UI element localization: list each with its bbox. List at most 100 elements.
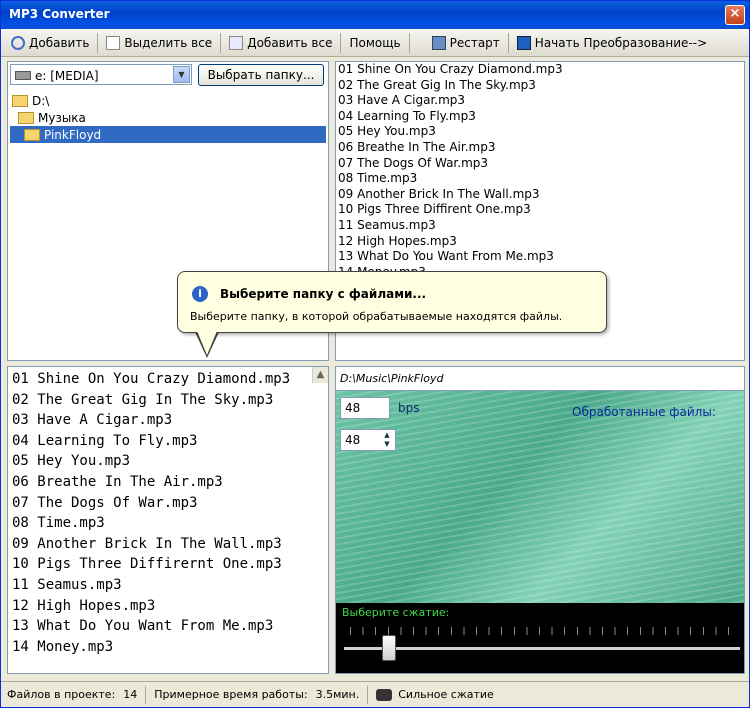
tree-item[interactable]: D:\ xyxy=(10,92,326,109)
file-item[interactable]: 08 Time.mp3 xyxy=(336,171,744,187)
list-item[interactable]: 04 Learning To Fly.mp3 xyxy=(12,433,312,454)
tooltip-title-text: Выберите папку с файлами... xyxy=(220,287,427,301)
file-item[interactable]: 05 Hey You.mp3 xyxy=(336,124,744,140)
file-item[interactable]: 13 What Do You Want From Me.mp3 xyxy=(336,249,744,265)
files-count-label: Файлов в проекте: xyxy=(7,688,116,701)
add-button[interactable]: Добавить xyxy=(5,31,95,55)
select-all-button[interactable]: Выделить все xyxy=(100,31,218,55)
toolbar-separator xyxy=(220,32,222,53)
select-all-icon xyxy=(106,35,121,50)
list-item[interactable]: 08 Time.mp3 xyxy=(12,515,312,536)
output-path: D:\Music\PinkFloyd xyxy=(336,367,744,391)
project-list-items: 01 Shine On You Crazy Diamond.mp3 02 The… xyxy=(12,371,312,659)
restart-icon xyxy=(431,35,446,50)
file-item[interactable]: 01 Shine On You Crazy Diamond.mp3 xyxy=(336,62,744,78)
drive-icon xyxy=(15,71,31,80)
add-all-icon xyxy=(229,35,244,50)
file-item[interactable]: 07 The Dogs Of War.mp3 xyxy=(336,156,744,172)
toolbar-separator xyxy=(97,32,99,53)
start-conversion-button[interactable]: Начать Преобразование--> xyxy=(511,31,713,55)
folder-open-icon xyxy=(18,111,34,124)
spinner-value: 48 xyxy=(345,433,361,447)
start-icon xyxy=(516,35,531,50)
restart-label: Рестарт xyxy=(449,35,500,50)
drive-select[interactable]: e: [MEDIA] ▼ xyxy=(10,64,192,85)
scroll-up-icon[interactable]: ▲ xyxy=(312,367,328,383)
tree-item-selected[interactable]: PinkFloyd xyxy=(10,126,326,143)
add-button-label: Добавить xyxy=(29,35,90,50)
compression-panel: Выберите сжатие: xyxy=(336,603,744,673)
status-separator xyxy=(145,685,147,704)
files-count-value: 14 xyxy=(123,688,138,701)
list-item[interactable]: 01 Shine On You Crazy Diamond.mp3 xyxy=(12,371,312,392)
toolbar-separator xyxy=(408,32,410,53)
add-icon xyxy=(11,35,25,50)
file-item[interactable]: 12 High Hopes.mp3 xyxy=(336,234,744,250)
restart-button[interactable]: Рестарт xyxy=(426,31,506,55)
bitrate-spinner[interactable]: 48 ▲ ▼ xyxy=(340,429,396,451)
file-item[interactable]: 03 Have A Cigar.mp3 xyxy=(336,93,744,109)
list-item[interactable]: 10 Pigs Three Diffirernt One.mp3 xyxy=(12,556,312,577)
choose-folder-button[interactable]: Выбрать папку... xyxy=(198,64,324,86)
project-list: 01 Shine On You Crazy Diamond.mp3 02 The… xyxy=(7,366,329,674)
list-item[interactable]: 13 What Do You Want From Me.mp3 xyxy=(12,618,312,639)
list-item[interactable]: 14 Money.mp3 xyxy=(12,639,312,660)
file-item[interactable]: 04 Learning To Fly.mp3 xyxy=(336,109,744,125)
app-window: MP3 Converter × Добавить Выделить все До… xyxy=(0,0,750,708)
status-separator xyxy=(367,685,369,704)
status-bar: Файлов в проекте: 14 Примерное время раб… xyxy=(1,681,749,707)
toolbar-separator xyxy=(507,32,509,53)
folder-open-icon xyxy=(12,94,28,107)
bitrate-input[interactable]: 48 xyxy=(340,397,390,419)
tree-item-label: D:\ xyxy=(32,93,50,108)
file-item[interactable]: 11 Seamus.mp3 xyxy=(336,218,744,234)
start-label: Начать Преобразование--> xyxy=(534,35,708,50)
compression-mode-icon xyxy=(376,688,393,701)
title-bar[interactable]: MP3 Converter × xyxy=(1,1,749,29)
list-item[interactable]: 06 Breathe In The Air.mp3 xyxy=(12,474,312,495)
tooltip-tail-fill xyxy=(197,331,217,355)
folder-tooltip: i Выберите папку с файлами... Выберите п… xyxy=(177,271,607,333)
file-item[interactable]: 10 Pigs Three Diffirent One.mp3 xyxy=(336,202,744,218)
tree-item-label: PinkFloyd xyxy=(44,127,102,142)
compression-slider-track[interactable] xyxy=(344,647,740,650)
info-icon: i xyxy=(192,286,208,302)
chevron-down-icon[interactable]: ▼ xyxy=(173,66,190,83)
drive-select-value: e: [MEDIA] xyxy=(35,68,99,83)
select-all-label: Выделить все xyxy=(124,35,213,50)
conversion-settings: D:\Music\PinkFloyd 48 bps 48 ▲ ▼ Обработа… xyxy=(335,366,745,674)
slider-ticks xyxy=(350,627,740,635)
list-item[interactable]: 12 High Hopes.mp3 xyxy=(12,598,312,619)
help-label: Помощь xyxy=(349,35,401,50)
time-label: Примерное время работы: xyxy=(154,688,308,701)
list-item[interactable]: 05 Hey You.mp3 xyxy=(12,453,312,474)
file-item[interactable]: 06 Breathe In The Air.mp3 xyxy=(336,140,744,156)
bitrate-unit-label: bps xyxy=(398,401,420,415)
folder-open-icon xyxy=(24,128,40,141)
file-item[interactable]: 02 The Great Gig In The Sky.mp3 xyxy=(336,78,744,94)
spinner-arrows-icon[interactable]: ▲ ▼ xyxy=(380,431,394,449)
help-button[interactable]: Помощь xyxy=(343,31,406,55)
tooltip-title: i Выберите папку с файлами... xyxy=(192,286,426,302)
toolbar-separator xyxy=(340,32,342,53)
add-all-label: Добавить все xyxy=(247,35,333,50)
window-title: MP3 Converter xyxy=(9,7,110,21)
list-item[interactable]: 09 Another Brick In The Wall.mp3 xyxy=(12,536,312,557)
list-item[interactable]: 11 Seamus.mp3 xyxy=(12,577,312,598)
time-value: 3.5мин. xyxy=(315,688,360,701)
file-item[interactable]: 09 Another Brick In The Wall.mp3 xyxy=(336,187,744,203)
list-item[interactable]: 07 The Dogs Of War.mp3 xyxy=(12,495,312,516)
tree-item[interactable]: Музыка xyxy=(10,109,326,126)
compression-slider-thumb[interactable] xyxy=(382,635,397,661)
toolbar: Добавить Выделить все Добавить все Помощ… xyxy=(1,29,749,57)
tree-item-label: Музыка xyxy=(38,110,86,125)
list-item[interactable]: 02 The Great Gig In The Sky.mp3 xyxy=(12,392,312,413)
list-item[interactable]: 03 Have A Cigar.mp3 xyxy=(12,412,312,433)
folder-tree: D:\ Музыка PinkFloyd xyxy=(10,92,326,143)
compression-label: Выберите сжатие: xyxy=(342,606,450,619)
tooltip-text: Выберите папку, в которой обрабатываемые… xyxy=(190,310,563,323)
compression-mode: Сильное сжатие xyxy=(398,688,494,701)
add-all-button[interactable]: Добавить все xyxy=(223,31,338,55)
close-icon[interactable]: × xyxy=(725,5,745,25)
processed-files-label: Обработанные файлы: xyxy=(572,405,716,419)
